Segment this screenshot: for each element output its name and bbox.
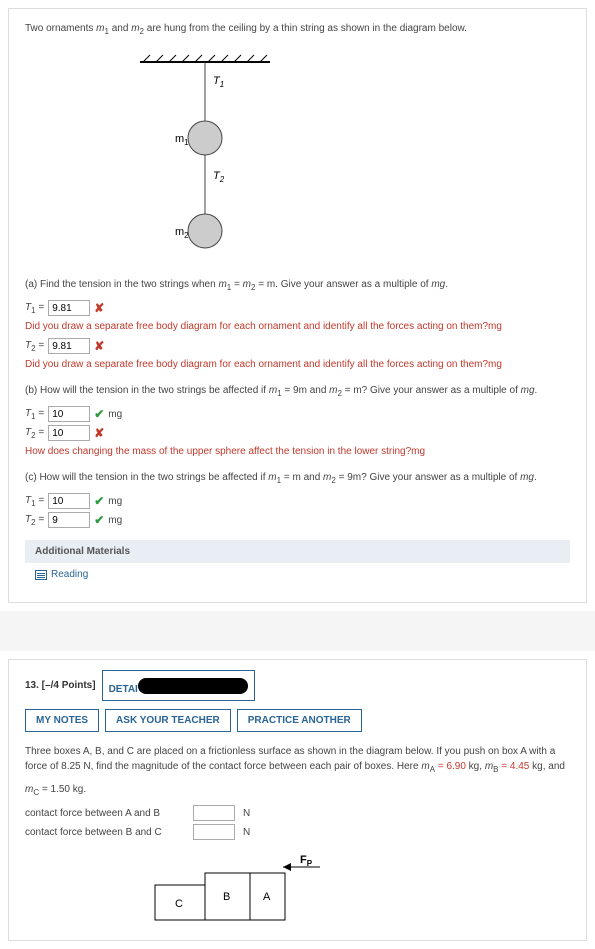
q12a-T2-row: T2 = ✘	[25, 338, 570, 354]
correct-icon: ✔	[94, 407, 104, 421]
q12c-T2-row: T2 = ✔ mg	[25, 512, 570, 528]
q12b-T2-row: T2 = ✘	[25, 425, 570, 441]
q12-part-c: (c) How will the tension in the two stri…	[25, 470, 570, 487]
correct-icon: ✔	[94, 494, 104, 508]
details-button[interactable]: DETAI	[102, 670, 255, 701]
boxes-diagram: FP C B A	[125, 855, 355, 925]
q13-buttons: MY NOTES ASK YOUR TEACHER PRACTICE ANOTH…	[9, 701, 586, 740]
q12c-T2-input[interactable]	[48, 512, 90, 528]
q13-text: Three boxes A, B, and C are placed on a …	[25, 744, 570, 776]
practice-another-button[interactable]: PRACTICE ANOTHER	[237, 709, 362, 732]
svg-text:m1: m1	[175, 133, 189, 147]
ask-teacher-button[interactable]: ASK YOUR TEACHER	[105, 709, 231, 732]
contact-BC-label: contact force between B and C	[25, 827, 185, 838]
q13-mc: mC = 1.50 kg.	[25, 782, 570, 799]
q12a-T1-input[interactable]	[48, 300, 90, 316]
q12c-T1-input[interactable]	[48, 493, 90, 509]
q12b-feedback: How does changing the mass of the upper …	[25, 444, 570, 460]
contact-AB-input[interactable]	[193, 805, 235, 821]
book-icon	[35, 570, 47, 580]
svg-text:FP: FP	[300, 855, 313, 868]
svg-text:B: B	[223, 891, 230, 903]
q12-part-b: (b) How will the tension in the two stri…	[25, 383, 570, 400]
wrong-icon: ✘	[94, 339, 104, 353]
wrong-icon: ✘	[94, 426, 104, 440]
redacted-icon	[138, 678, 248, 694]
q12a-feedback2: Did you draw a separate free body diagra…	[25, 357, 570, 373]
q12b-T1-row: T1 = ✔ mg	[25, 406, 570, 422]
question-13-card: 13. [–/4 Points] DETAI MY NOTES ASK YOUR…	[8, 659, 587, 941]
q12a-T2-input[interactable]	[48, 338, 90, 354]
reading-label: Reading	[51, 569, 88, 580]
my-notes-button[interactable]: MY NOTES	[25, 709, 99, 732]
question-12-card: Two ornaments m1 and m2 are hung from th…	[8, 8, 587, 603]
q12-intro: Two ornaments m1 and m2 are hung from th…	[25, 21, 570, 38]
contact-BC-row: contact force between B and C N	[25, 824, 570, 840]
unit-n: N	[243, 808, 250, 819]
additional-materials-header: Additional Materials	[25, 540, 570, 563]
q12a-T1-row: T1 = ✘	[25, 300, 570, 316]
card-gap	[0, 611, 595, 651]
reading-link[interactable]: Reading	[25, 563, 570, 586]
ornament-diagram: T1 m1 T2 m2	[135, 54, 275, 264]
q12b-T1-input[interactable]	[48, 406, 90, 422]
svg-text:T2: T2	[213, 170, 225, 184]
unit-n: N	[243, 827, 250, 838]
q13-points: 13. [–/4 Points]	[25, 680, 96, 691]
q13-header: 13. [–/4 Points] DETAI	[9, 660, 586, 701]
q12a-feedback1: Did you draw a separate free body diagra…	[25, 319, 570, 335]
svg-text:m2: m2	[175, 226, 189, 240]
q13-body: Three boxes A, B, and C are placed on a …	[9, 740, 586, 940]
contact-AB-label: contact force between A and B	[25, 808, 185, 819]
contact-BC-input[interactable]	[193, 824, 235, 840]
contact-AB-row: contact force between A and B N	[25, 805, 570, 821]
correct-icon: ✔	[94, 513, 104, 527]
q12-part-a: (a) Find the tension in the two strings …	[25, 277, 570, 294]
svg-text:T1: T1	[213, 75, 224, 89]
q12b-T2-input[interactable]	[48, 425, 90, 441]
svg-text:C: C	[175, 898, 183, 910]
q12c-T1-row: T1 = ✔ mg	[25, 493, 570, 509]
wrong-icon: ✘	[94, 301, 104, 315]
svg-text:A: A	[263, 891, 271, 903]
